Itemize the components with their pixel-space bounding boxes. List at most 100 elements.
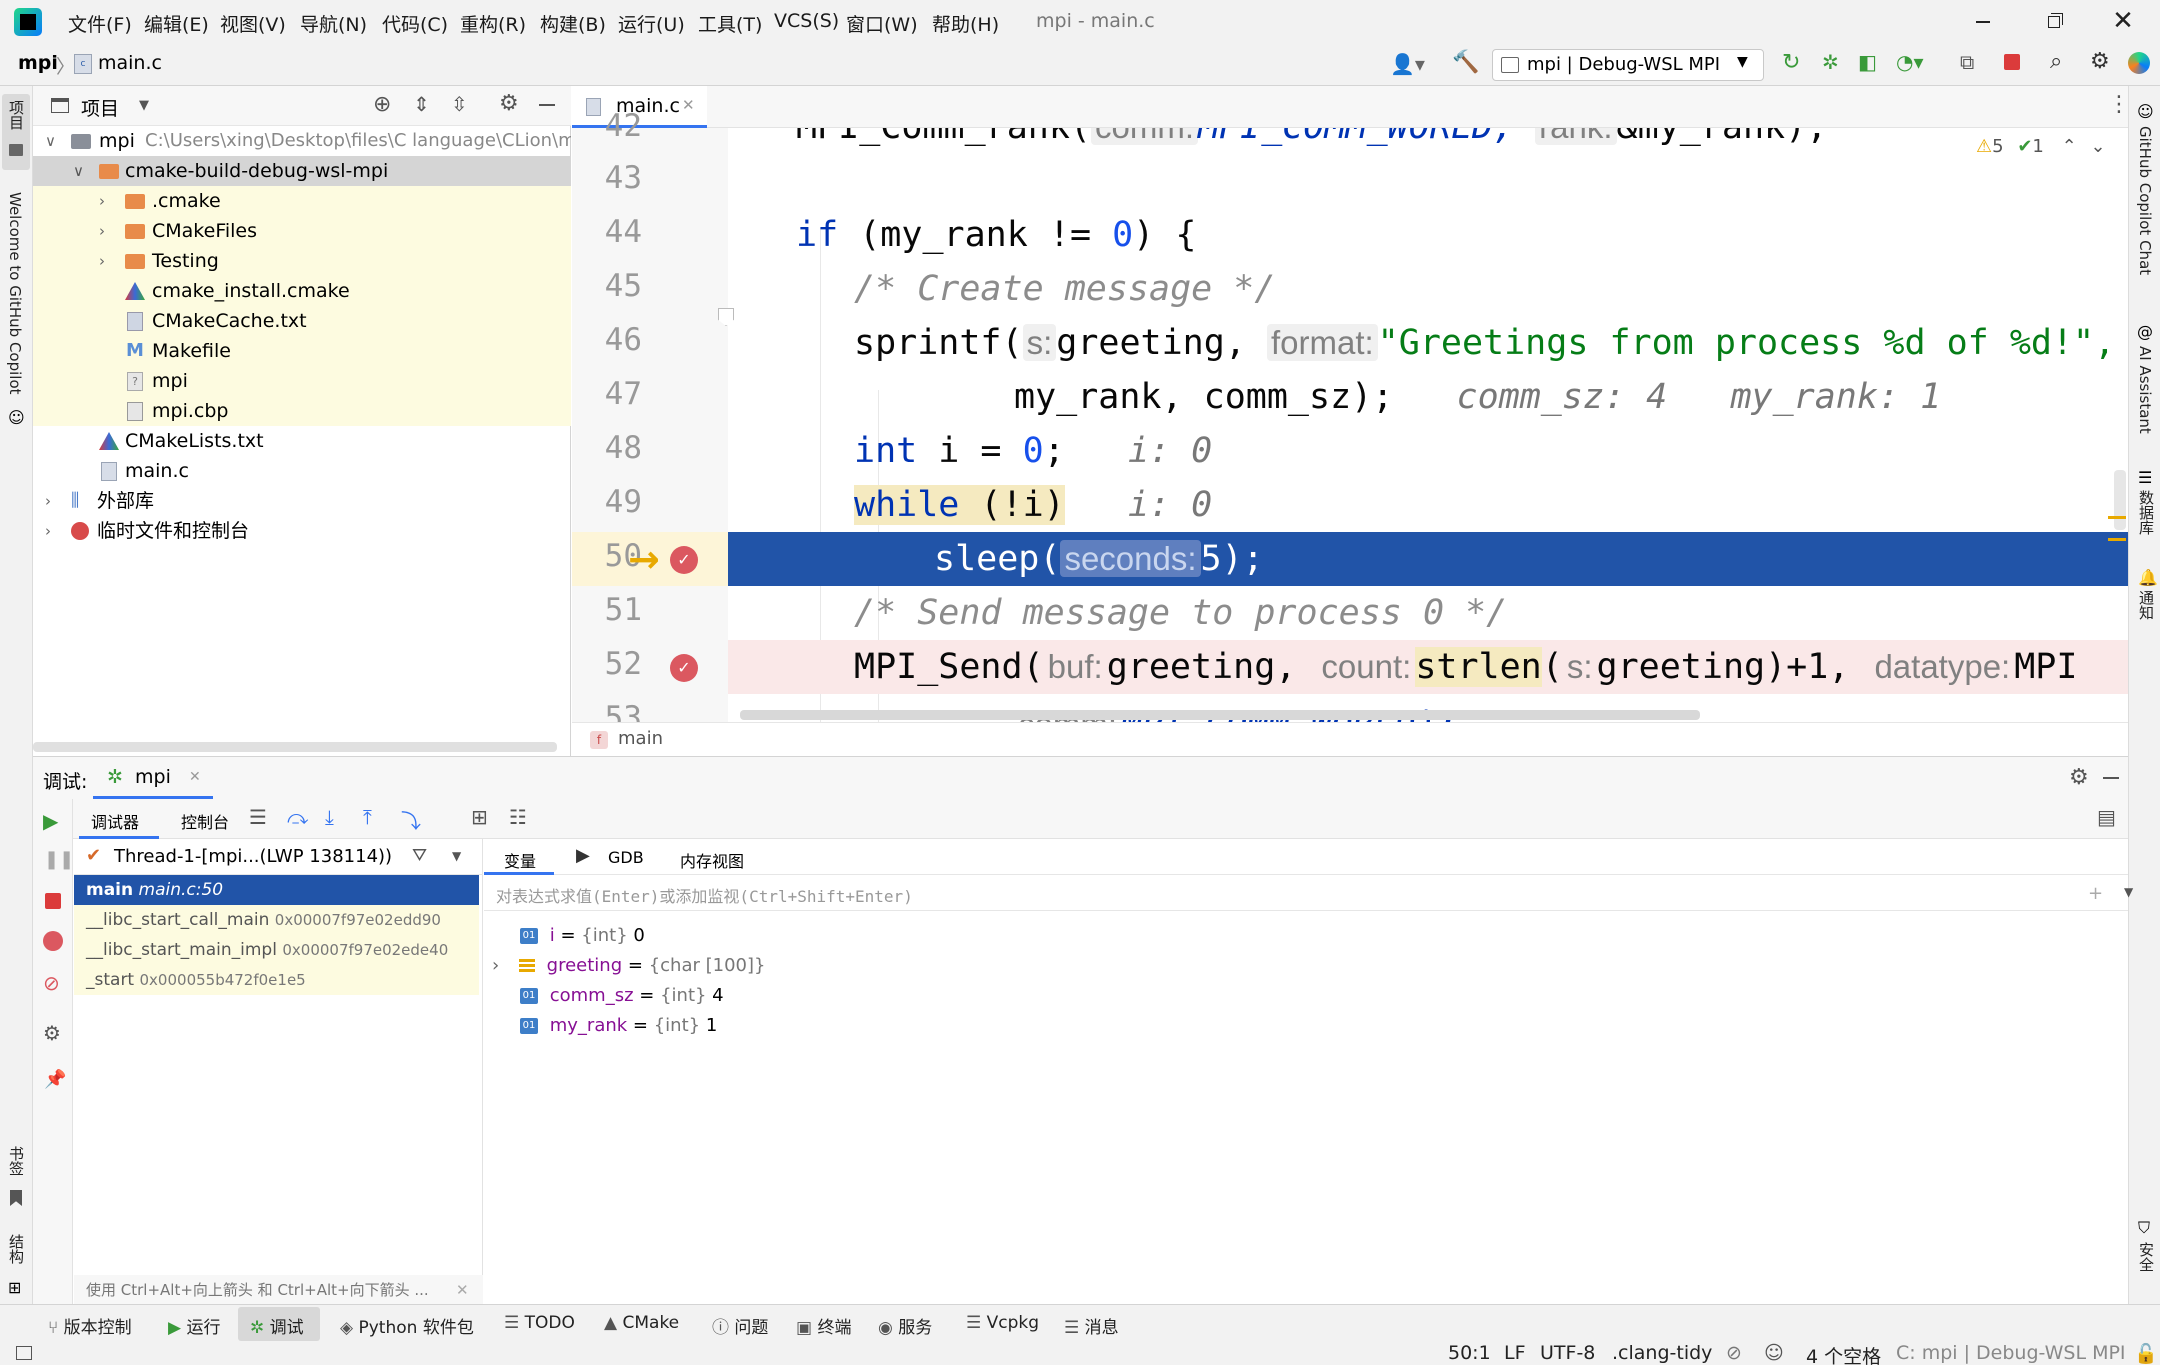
caret-position[interactable]: 50:1 (1448, 1342, 1491, 1364)
close-tab-icon[interactable]: ✕ (682, 96, 695, 114)
tree-row-cmakecache[interactable]: CMakeCache.txt (33, 306, 571, 336)
rerun-icon[interactable]: ↻ (1782, 50, 1800, 75)
close-hint-icon[interactable]: ✕ (456, 1275, 469, 1305)
expand-chevron-icon[interactable]: › (492, 955, 499, 976)
menu-item[interactable]: 视图(V) (220, 10, 286, 37)
tab-debugger[interactable]: 调试器 (79, 799, 159, 839)
debug-settings-gear-icon[interactable]: ⚙ (2069, 765, 2089, 790)
lock-icon[interactable]: 🔓 (2134, 1342, 2158, 1365)
tree-row-main-c[interactable]: main.c (33, 456, 571, 486)
copilot-chat-icon[interactable]: ☺ (2137, 102, 2154, 121)
menu-item[interactable]: 窗口(W) (846, 10, 918, 37)
copilot-chat-label[interactable]: GitHub Copilot Chat (2136, 126, 2154, 275)
resume-icon[interactable]: ▶ (43, 809, 58, 833)
minimize-button[interactable] (1968, 8, 1998, 36)
tree-row-testing[interactable]: › Testing (33, 246, 571, 276)
tab-todo[interactable]: ☰ TODO (504, 1313, 575, 1333)
tree-row-external-libs[interactable]: › ⫼ 外部库 (33, 486, 571, 516)
stop-icon[interactable] (2004, 54, 2020, 70)
attach-icon[interactable]: ⧉ (1960, 50, 1974, 74)
debug-session-tab[interactable]: ✲ mpi ✕ (93, 757, 213, 799)
more-options-icon[interactable]: ⋮ (2108, 92, 2130, 117)
tab-gdb[interactable]: GDB (608, 848, 644, 867)
breakpoint-icon[interactable]: ✓ (670, 546, 698, 574)
stack-frame[interactable]: _start 0x000055b472f0e1e5 (74, 965, 479, 995)
stack-frame[interactable]: main main.c:50 (74, 875, 479, 905)
prev-issue-icon[interactable]: ⌃ (2062, 136, 2077, 157)
variable-row[interactable]: 01 my_rank = {int} 1 (520, 1011, 717, 1041)
tab-run[interactable]: ▶ 运行 (168, 1313, 220, 1338)
database-icon[interactable]: ☰ (2138, 468, 2152, 487)
user-icon[interactable]: 👤▾ (1390, 52, 1425, 76)
bookmark-icon[interactable] (10, 1190, 22, 1206)
settings-gear-icon[interactable]: ⚙ (43, 1021, 61, 1045)
evaluate-expression-input[interactable]: 对表达式求值(Enter)或添加监视(Ctrl+Shift+Enter) + ▼ (484, 875, 2133, 911)
stop-icon[interactable] (45, 893, 61, 909)
notification-label[interactable]: 通知 (2136, 590, 2157, 620)
stack-frame[interactable]: __libc_start_call_main 0x00007f97e02edd9… (74, 905, 479, 935)
structure-icon[interactable]: ⊞ (8, 1278, 21, 1297)
tab-cmake[interactable]: ▲ CMake (604, 1313, 679, 1333)
hide-panel-icon[interactable] (539, 104, 555, 106)
pause-icon[interactable]: ❚❚ (44, 849, 74, 870)
options-gear-icon[interactable]: ⚙ (499, 91, 519, 116)
jetbrains-ai-icon[interactable] (2128, 52, 2150, 74)
layout-menu-icon[interactable]: ☰ (249, 805, 267, 829)
clang-tidy[interactable]: .clang-tidy (1612, 1342, 1712, 1364)
tree-row-root[interactable]: ∨ mpi C:\Users\xing\Desktop\files\C lang… (33, 126, 571, 156)
search-icon[interactable]: ⌕ (2050, 49, 2062, 74)
variable-row[interactable]: 01 i = {int} 0 (520, 921, 645, 951)
chevron-down-icon[interactable]: ▼ (139, 98, 149, 113)
menu-item[interactable]: 工具(T) (698, 10, 762, 37)
no-highlight-icon[interactable]: ⊘ (1726, 1342, 1742, 1364)
bookmarks-label[interactable]: 书签 (6, 1146, 27, 1176)
run-config-select[interactable]: mpi | Debug-WSL MPI ▼ (1492, 49, 1764, 81)
tree-row-cmakefiles[interactable]: › CMakeFiles (33, 216, 571, 246)
database-label[interactable]: 数据库 (2136, 490, 2157, 535)
next-issue-icon[interactable]: ⌄ (2090, 136, 2105, 157)
menu-item[interactable]: 构建(B) (540, 10, 606, 37)
breadcrumb-file[interactable]: main.c (98, 52, 162, 74)
menu-item[interactable]: 重构(R) (460, 10, 526, 37)
menu-item[interactable]: 编辑(E) (144, 10, 209, 37)
notification-icon[interactable]: 🔔 (2138, 568, 2158, 587)
restore-layout-icon[interactable]: ▤ (2097, 805, 2116, 829)
tab-version-control[interactable]: ⑂ 版本控制 (48, 1313, 132, 1338)
debug-bug-icon[interactable]: ✲ (1822, 50, 1839, 74)
tree-row-cmake[interactable]: › .cmake (33, 186, 571, 216)
pin-icon[interactable]: 📌 (44, 1069, 66, 1090)
menu-item[interactable]: 代码(C) (382, 10, 448, 37)
add-watch-icon[interactable]: + (2088, 883, 2103, 904)
frames-list-icon[interactable]: ☷ (509, 805, 527, 829)
menu-item[interactable]: VCS(S) (774, 10, 839, 32)
tree-row-mpi-cbp[interactable]: mpi.cbp (33, 396, 571, 426)
tab-services[interactable]: ◉ 服务 (878, 1313, 932, 1338)
breakpoint-icon[interactable]: ✓ (670, 654, 698, 682)
chevron-down-icon[interactable]: ▼ (452, 849, 461, 863)
tree-row-mpi-binary[interactable]: ? mpi (33, 366, 571, 396)
close-session-icon[interactable]: ✕ (189, 769, 201, 785)
resolve-context[interactable]: C: mpi | Debug-WSL MPI (1896, 1342, 2126, 1364)
tab-debug[interactable]: ✲ 调试 (250, 1313, 304, 1338)
restore-button[interactable] (2038, 8, 2068, 36)
copilot-status-icon[interactable]: ☺ (1764, 1342, 1784, 1364)
build-hammer-icon[interactable]: 🔨 (1452, 50, 1479, 75)
tree-row-scratches[interactable]: › 临时文件和控制台 (33, 516, 571, 546)
variable-row[interactable]: › greeting = {char [100]} (492, 951, 765, 981)
function-crumb[interactable]: main (618, 728, 663, 749)
close-button[interactable]: ✕ (2108, 6, 2138, 36)
menu-item[interactable]: 运行(U) (618, 10, 685, 37)
settings-gear-icon[interactable]: ⚙ (2090, 49, 2110, 74)
coverage-icon[interactable]: ◧ (1858, 50, 1877, 74)
indent-setting[interactable]: 4 个空格 (1806, 1342, 1881, 1365)
tab-problems[interactable]: ⓘ 问题 (712, 1313, 768, 1338)
copilot-icon[interactable]: ☺ (8, 408, 25, 427)
breadcrumb-project[interactable]: mpi (18, 52, 58, 74)
view-breakpoints-icon[interactable] (43, 931, 63, 951)
menu-item[interactable]: 导航(N) (300, 10, 367, 37)
horizontal-scrollbar[interactable] (740, 710, 1700, 720)
variable-row[interactable]: 01 comm_sz = {int} 4 (520, 981, 724, 1011)
profile-icon[interactable]: ◔▾ (1896, 50, 1924, 74)
thread-selector[interactable]: ✔ Thread-1-[mpi...(LWP 138114)) ⛛ ▼ (74, 839, 483, 875)
chevron-down-icon[interactable]: ▼ (2124, 885, 2133, 899)
